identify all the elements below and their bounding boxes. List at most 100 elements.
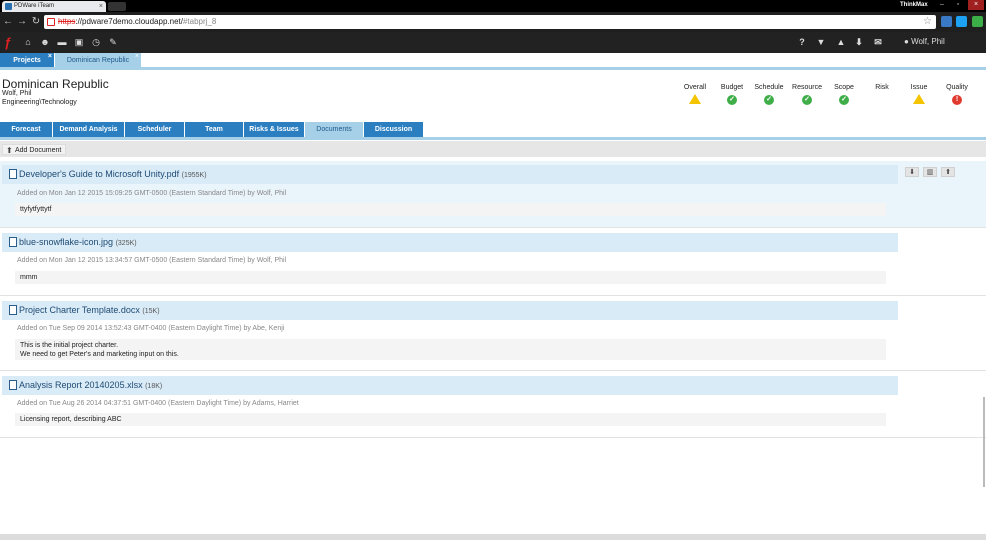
tab-documents[interactable]: Documents [305, 122, 363, 137]
app-header: ƒ ⌂ ☻ ▬ ▣ ◷ ✎ ? ▼ ▲ ⬇ ✉ ● Wolf, Phil [0, 32, 986, 53]
document-added: Added on Mon Jan 12 2015 13:34:57 GMT-05… [17, 257, 287, 264]
document-header[interactable]: Developer's Guide to Microsoft Unity.pdf… [2, 165, 898, 184]
tab-label: Dominican Republic [66, 57, 130, 64]
maximize-icon[interactable]: ▫ [950, 0, 966, 10]
clock-icon[interactable]: ◷ [90, 36, 102, 48]
menu-icon[interactable] [972, 16, 983, 27]
upload-button[interactable]: ⬆ [941, 167, 955, 177]
document-name[interactable]: blue-snowflake-icon.jpg (325K) [19, 236, 137, 250]
health-issue[interactable]: Issue [899, 84, 939, 104]
window-brand: ThinkMax [900, 2, 928, 8]
add-document-label: Add Document [15, 147, 62, 154]
user-icon: ● [904, 37, 909, 46]
tab-dominican-republic[interactable]: Dominican Republic × [55, 53, 141, 68]
bookmark-star-icon[interactable]: ☆ [923, 15, 932, 29]
reload-icon[interactable]: ↻ [30, 15, 42, 29]
briefcase-icon[interactable]: ▬ [56, 36, 68, 48]
upload-icon: ⬆ [6, 146, 13, 155]
tab-team[interactable]: Team [185, 122, 243, 137]
close-tab-icon[interactable]: × [99, 1, 103, 12]
project-tabs: Forecast Demand Analysis Scheduler Team … [0, 122, 986, 137]
document-name[interactable]: Developer's Guide to Microsoft Unity.pdf… [19, 168, 207, 182]
tab-demand-analysis[interactable]: Demand Analysis [53, 122, 124, 137]
download-icon[interactable]: ⬇ [853, 36, 865, 48]
picture-icon[interactable]: ▣ [73, 36, 85, 48]
wrench-icon[interactable]: ✎ [107, 36, 119, 48]
document-note: Licensing report, describing ABC [15, 413, 886, 426]
insecure-lock-icon [47, 18, 55, 26]
tab-scheduler[interactable]: Scheduler [125, 122, 184, 137]
url-host: ://pdware7demo.cloudapp.net/ [75, 17, 183, 26]
health-budget[interactable]: Budget ✓ [712, 84, 752, 105]
project-department: Engineering\Technology [2, 99, 77, 106]
document-size: (325K) [115, 240, 137, 247]
twitter-extension-icon[interactable] [956, 16, 967, 27]
people-icon[interactable]: ☻ [39, 36, 51, 48]
add-document-button[interactable]: ⬆ Add Document [2, 144, 67, 155]
file-icon [9, 380, 17, 390]
close-tab-icon[interactable]: × [135, 49, 139, 64]
check-icon: ✓ [839, 95, 849, 105]
divider [0, 227, 986, 228]
divider [0, 370, 986, 371]
open-tabs: Projects × Dominican Republic × [0, 53, 986, 68]
document-size: (18K) [145, 383, 163, 390]
download-button[interactable]: ⬇ [905, 167, 919, 177]
url-input[interactable]: https://pdware7demo.cloudapp.net/#tabprj… [44, 15, 936, 29]
minimize-icon[interactable]: – [934, 0, 950, 10]
warning-icon [689, 94, 701, 104]
tabs-divider [0, 67, 986, 70]
document-note: ttyfytfyttytf [15, 203, 886, 216]
document-item[interactable]: Analysis Report 20140205.xlsx (18K) Adde… [0, 372, 986, 436]
vertical-scrollbar[interactable] [983, 397, 985, 487]
page-title: Dominican Republic [2, 77, 109, 91]
favicon-icon [5, 3, 12, 10]
app-logo[interactable]: ƒ [4, 35, 11, 50]
error-icon: ! [952, 95, 962, 105]
alert-icon[interactable]: ▲ [835, 36, 847, 48]
document-header[interactable]: Analysis Report 20140205.xlsx (18K) [2, 376, 898, 395]
help-icon[interactable]: ? [796, 36, 808, 48]
tab-discussion[interactable]: Discussion [364, 122, 423, 137]
tab-projects[interactable]: Projects × [0, 53, 54, 68]
file-icon [9, 305, 17, 315]
document-size: (15K) [142, 308, 160, 315]
document-name[interactable]: Analysis Report 20140205.xlsx (18K) [19, 379, 162, 393]
close-tab-icon[interactable]: × [48, 49, 52, 64]
user-menu[interactable]: ● Wolf, Phil [904, 36, 945, 48]
document-item[interactable]: Project Charter Template.docx (15K) Adde… [0, 297, 986, 369]
health-quality[interactable]: Quality ! [937, 84, 977, 105]
filter-icon[interactable]: ▼ [815, 36, 827, 48]
document-note: This is the initial project charter. We … [15, 339, 886, 360]
address-bar: ← → ↻ https://pdware7demo.cloudapp.net/#… [0, 12, 986, 32]
tabs-divider [0, 137, 986, 140]
delete-button[interactable]: ▥ [923, 167, 937, 177]
document-header[interactable]: blue-snowflake-icon.jpg (325K) [2, 233, 898, 252]
warning-icon [913, 94, 925, 104]
document-added: Added on Tue Sep 09 2014 13:52:43 GMT-04… [17, 325, 285, 332]
check-icon: ✓ [727, 95, 737, 105]
documents-toolbar: ⬆ Add Document [0, 141, 986, 157]
document-name[interactable]: Project Charter Template.docx (15K) [19, 304, 160, 318]
health-scope[interactable]: Scope ✓ [824, 84, 864, 105]
document-header[interactable]: Project Charter Template.docx (15K) [2, 301, 898, 320]
close-window-icon[interactable]: × [968, 0, 984, 10]
document-item[interactable]: Developer's Guide to Microsoft Unity.pdf… [0, 161, 986, 227]
forward-icon[interactable]: → [16, 15, 28, 29]
mail-icon[interactable]: ✉ [872, 36, 884, 48]
health-schedule[interactable]: Schedule ✓ [749, 84, 789, 105]
image-file-icon [9, 237, 17, 247]
tab-risks-issues[interactable]: Risks & Issues [244, 122, 304, 137]
health-resource[interactable]: Resource ✓ [787, 84, 827, 105]
file-icon [9, 169, 17, 179]
tab-forecast[interactable]: Forecast [0, 122, 52, 137]
new-tab-button[interactable] [108, 2, 126, 11]
home-icon[interactable]: ⌂ [22, 36, 34, 48]
browser-tab[interactable]: PDWare iTeam × [2, 1, 106, 12]
document-item[interactable]: blue-snowflake-icon.jpg (325K) Added on … [0, 229, 986, 295]
back-icon[interactable]: ← [2, 15, 14, 29]
document-added: Added on Mon Jan 12 2015 15:09:25 GMT-05… [17, 190, 287, 197]
health-overall[interactable]: Overall [675, 84, 715, 104]
health-risk[interactable]: Risk [862, 84, 902, 92]
extension-icon[interactable] [941, 16, 952, 27]
